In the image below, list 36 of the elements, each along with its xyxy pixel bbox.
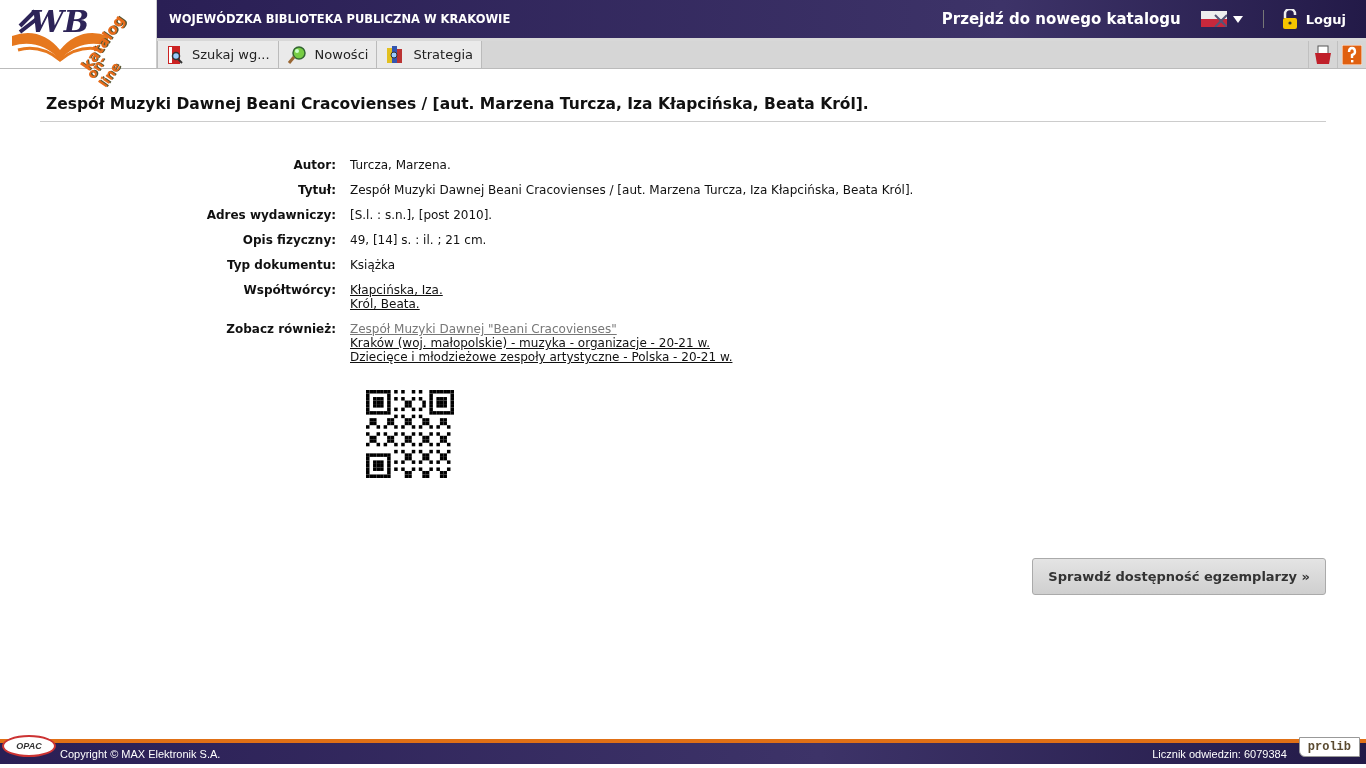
record-link[interactable]: Kraków (woj. małopolskie) - muzyka - organizacje - 20-21 w. [350,336,710,350]
opac-logo: OPAC [2,735,56,757]
field-value: Książka [350,258,396,272]
record-link[interactable]: Dziecięce i młodzieżowe zespoły artystyczne - Polska - 20-21 w. [350,350,733,364]
help-icon[interactable] [1342,44,1362,65]
visit-counter: Licznik odwiedzin: 6079384 [1152,747,1287,760]
record-link[interactable]: Zespół Muzyki Dawnej "Beani Cracovienses" [350,322,617,336]
field-value: [S.l. : s.n.], [post 2010]. [350,208,493,222]
padlock-icon [1281,9,1298,29]
language-flag-icon[interactable] [1200,11,1227,27]
field-label: Tytuł: [296,183,336,197]
field-value: 49, [14] s. : il. ; 21 cm. [350,233,487,247]
prolib-logo: prolib [1298,737,1360,757]
record-link[interactable]: Król, Beata. [350,297,420,311]
record-link[interactable]: Kłapcińska, Iza. [350,283,443,297]
record-title: Zespół Muzyki Dawnej Beani Cracovienses / [aut. Marzena Turcza, Iza Kłapcińska, Beata Król]. [40,95,1326,122]
field-value: Turcza, Marzena. [350,158,451,172]
toolbar-button[interactable]: Szukaj wg... [157,41,279,68]
magnifier-icon [286,45,307,64]
field-label: Zobacz również: [225,322,336,338]
copyright-text: Copyright © MAX Elektronik S.A. [60,747,222,760]
book-magnifier-icon [166,44,184,65]
field-label: Adres wydawniczy: [205,208,336,222]
library-name: WOJEWÓDZKA BIBLIOTEKA PUBLICZNA W KRAKOWIE [169,12,512,26]
field-label: Autor: [292,158,336,172]
toolbar-button[interactable]: Nowości [278,41,378,68]
toolbar-button[interactable]: Strategia [377,41,482,68]
field-label: Współtwórcy: [242,283,336,299]
field-value: Zespół Muzyki Dawnej Beani Cracovienses / [aut. Marzena Turcza, Iza Kłapcińska, Beata Król]. [350,183,914,197]
dropdown-caret-icon[interactable] [1232,15,1243,23]
field-label: Typ dokumentu: [226,258,336,272]
login-link[interactable]: Loguj [1305,11,1346,27]
basket-icon[interactable] [1313,44,1333,65]
field-label: Opis fizyczny: [241,233,336,247]
check-availability-button[interactable]: Sprawdź dostępność egzemplarzy » [1032,558,1326,595]
new-catalog-link[interactable]: Przejdź do nowego katalogu [941,10,1181,28]
